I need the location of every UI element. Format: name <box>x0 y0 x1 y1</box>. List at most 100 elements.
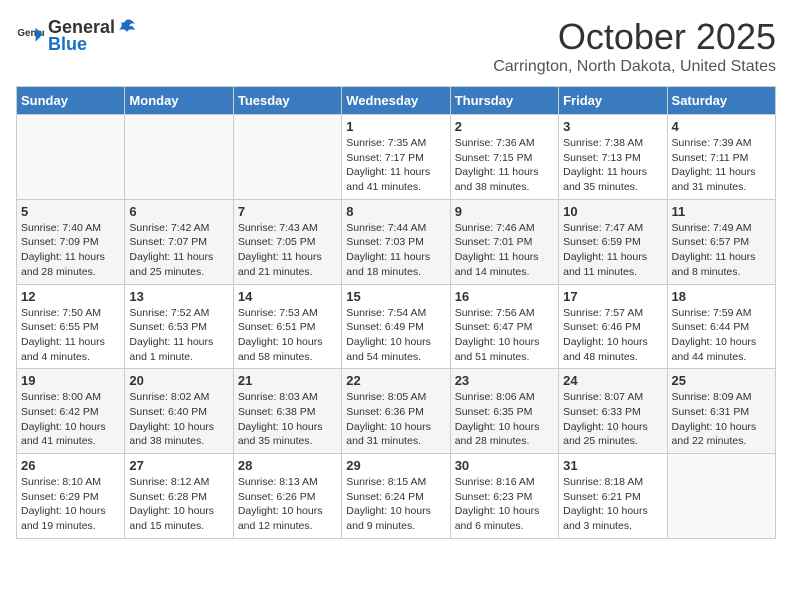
calendar-cell: 2 Sunrise: 7:36 AMSunset: 7:15 PMDaylight… <box>450 115 558 200</box>
day-info: Sunrise: 8:09 AMSunset: 6:31 PMDaylight:… <box>672 390 771 449</box>
calendar-cell: 9 Sunrise: 7:46 AMSunset: 7:01 PMDaylight… <box>450 199 558 284</box>
day-info: Sunrise: 7:49 AMSunset: 6:57 PMDaylight:… <box>672 221 771 280</box>
day-info: Sunrise: 8:13 AMSunset: 6:26 PMDaylight:… <box>238 475 337 534</box>
day-number: 27 <box>129 458 228 473</box>
calendar-cell: 21Sunrise: 8:03 AMSunset: 6:38 PMDayligh… <box>233 369 341 454</box>
calendar-week-row: 5 Sunrise: 7:40 AMSunset: 7:09 PMDaylight… <box>17 199 776 284</box>
calendar-week-row: 26Sunrise: 8:10 AMSunset: 6:29 PMDayligh… <box>17 454 776 539</box>
day-number: 10 <box>563 204 662 219</box>
calendar-cell: 24 Sunrise: 8:07 AMSunset: 6:33 PMDayligh… <box>559 369 667 454</box>
day-info: Sunrise: 7:36 AMSunset: 7:15 PMDaylight:… <box>455 136 554 195</box>
day-number: 1 <box>346 119 445 134</box>
day-info: Sunrise: 7:52 AMSunset: 6:53 PMDaylight:… <box>129 306 228 365</box>
page-header: General General Blue October 2025 Carrin… <box>16 16 776 76</box>
weekday-header: Friday <box>559 87 667 115</box>
calendar-cell: 30Sunrise: 8:16 AMSunset: 6:23 PMDayligh… <box>450 454 558 539</box>
calendar-cell: 27 Sunrise: 8:12 AMSunset: 6:28 PMDayligh… <box>125 454 233 539</box>
calendar-week-row: 19Sunrise: 8:00 AMSunset: 6:42 PMDayligh… <box>17 369 776 454</box>
weekday-header: Wednesday <box>342 87 450 115</box>
day-info: Sunrise: 8:00 AMSunset: 6:42 PMDaylight:… <box>21 390 120 449</box>
day-number: 17 <box>563 289 662 304</box>
calendar-cell: 22 Sunrise: 8:05 AMSunset: 6:36 PMDayligh… <box>342 369 450 454</box>
day-info: Sunrise: 8:10 AMSunset: 6:29 PMDaylight:… <box>21 475 120 534</box>
calendar-cell: 28 Sunrise: 8:13 AMSunset: 6:26 PMDayligh… <box>233 454 341 539</box>
day-number: 22 <box>346 373 445 388</box>
weekday-header: Monday <box>125 87 233 115</box>
calendar-cell: 7 Sunrise: 7:43 AMSunset: 7:05 PMDaylight… <box>233 199 341 284</box>
calendar-week-row: 12 Sunrise: 7:50 AMSunset: 6:55 PMDayligh… <box>17 284 776 369</box>
day-number: 21 <box>238 373 337 388</box>
day-info: Sunrise: 7:38 AMSunset: 7:13 PMDaylight:… <box>563 136 662 195</box>
calendar-cell: 29Sunrise: 8:15 AMSunset: 6:24 PMDayligh… <box>342 454 450 539</box>
calendar-cell: 18 Sunrise: 7:59 AMSunset: 6:44 PMDayligh… <box>667 284 775 369</box>
day-info: Sunrise: 7:56 AMSunset: 6:47 PMDaylight:… <box>455 306 554 365</box>
day-number: 31 <box>563 458 662 473</box>
day-info: Sunrise: 8:06 AMSunset: 6:35 PMDaylight:… <box>455 390 554 449</box>
month-title: October 2025 <box>493 16 776 58</box>
weekday-header: Tuesday <box>233 87 341 115</box>
day-info: Sunrise: 8:18 AMSunset: 6:21 PMDaylight:… <box>563 475 662 534</box>
calendar-cell <box>125 115 233 200</box>
calendar-cell: 12 Sunrise: 7:50 AMSunset: 6:55 PMDayligh… <box>17 284 125 369</box>
day-info: Sunrise: 7:50 AMSunset: 6:55 PMDaylight:… <box>21 306 120 365</box>
day-number: 28 <box>238 458 337 473</box>
day-number: 16 <box>455 289 554 304</box>
logo: General General Blue <box>16 16 137 55</box>
calendar-cell: 13 Sunrise: 7:52 AMSunset: 6:53 PMDayligh… <box>125 284 233 369</box>
calendar-cell: 1Sunrise: 7:35 AMSunset: 7:17 PMDaylight… <box>342 115 450 200</box>
day-number: 9 <box>455 204 554 219</box>
day-info: Sunrise: 7:53 AMSunset: 6:51 PMDaylight:… <box>238 306 337 365</box>
calendar-cell: 3 Sunrise: 7:38 AMSunset: 7:13 PMDaylight… <box>559 115 667 200</box>
day-number: 24 <box>563 373 662 388</box>
calendar-cell: 6Sunrise: 7:42 AMSunset: 7:07 PMDaylight… <box>125 199 233 284</box>
day-number: 13 <box>129 289 228 304</box>
calendar-cell <box>667 454 775 539</box>
day-number: 18 <box>672 289 771 304</box>
day-info: Sunrise: 7:54 AMSunset: 6:49 PMDaylight:… <box>346 306 445 365</box>
day-number: 15 <box>346 289 445 304</box>
day-number: 23 <box>455 373 554 388</box>
day-info: Sunrise: 7:57 AMSunset: 6:46 PMDaylight:… <box>563 306 662 365</box>
day-number: 11 <box>672 204 771 219</box>
day-number: 2 <box>455 119 554 134</box>
day-number: 8 <box>346 204 445 219</box>
calendar-cell: 16 Sunrise: 7:56 AMSunset: 6:47 PMDayligh… <box>450 284 558 369</box>
calendar-cell: 17 Sunrise: 7:57 AMSunset: 6:46 PMDayligh… <box>559 284 667 369</box>
calendar-table: SundayMondayTuesdayWednesdayThursdayFrid… <box>16 86 776 539</box>
day-info: Sunrise: 8:05 AMSunset: 6:36 PMDaylight:… <box>346 390 445 449</box>
day-info: Sunrise: 7:59 AMSunset: 6:44 PMDaylight:… <box>672 306 771 365</box>
day-number: 30 <box>455 458 554 473</box>
calendar-cell: 19Sunrise: 8:00 AMSunset: 6:42 PMDayligh… <box>17 369 125 454</box>
calendar-cell: 25Sunrise: 8:09 AMSunset: 6:31 PMDayligh… <box>667 369 775 454</box>
calendar-cell <box>17 115 125 200</box>
day-info: Sunrise: 7:47 AMSunset: 6:59 PMDaylight:… <box>563 221 662 280</box>
calendar-cell: 23 Sunrise: 8:06 AMSunset: 6:35 PMDayligh… <box>450 369 558 454</box>
calendar-cell: 5 Sunrise: 7:40 AMSunset: 7:09 PMDaylight… <box>17 199 125 284</box>
day-number: 3 <box>563 119 662 134</box>
calendar-cell: 10 Sunrise: 7:47 AMSunset: 6:59 PMDayligh… <box>559 199 667 284</box>
day-info: Sunrise: 7:46 AMSunset: 7:01 PMDaylight:… <box>455 221 554 280</box>
calendar-week-row: 1Sunrise: 7:35 AMSunset: 7:17 PMDaylight… <box>17 115 776 200</box>
day-info: Sunrise: 7:40 AMSunset: 7:09 PMDaylight:… <box>21 221 120 280</box>
location-subtitle: Carrington, North Dakota, United States <box>493 58 776 76</box>
day-number: 29 <box>346 458 445 473</box>
calendar-cell: 26Sunrise: 8:10 AMSunset: 6:29 PMDayligh… <box>17 454 125 539</box>
weekday-header: Sunday <box>17 87 125 115</box>
day-number: 12 <box>21 289 120 304</box>
day-number: 4 <box>672 119 771 134</box>
day-info: Sunrise: 8:12 AMSunset: 6:28 PMDaylight:… <box>129 475 228 534</box>
calendar-cell: 31 Sunrise: 8:18 AMSunset: 6:21 PMDayligh… <box>559 454 667 539</box>
title-section: October 2025 Carrington, North Dakota, U… <box>493 16 776 76</box>
day-info: Sunrise: 8:07 AMSunset: 6:33 PMDaylight:… <box>563 390 662 449</box>
calendar-cell: 8Sunrise: 7:44 AMSunset: 7:03 PMDaylight… <box>342 199 450 284</box>
calendar-cell: 4Sunrise: 7:39 AMSunset: 7:11 PMDaylight… <box>667 115 775 200</box>
day-number: 20 <box>129 373 228 388</box>
day-number: 5 <box>21 204 120 219</box>
day-number: 14 <box>238 289 337 304</box>
calendar-cell: 14 Sunrise: 7:53 AMSunset: 6:51 PMDayligh… <box>233 284 341 369</box>
day-number: 7 <box>238 204 337 219</box>
calendar-cell: 20Sunrise: 8:02 AMSunset: 6:40 PMDayligh… <box>125 369 233 454</box>
weekday-header: Thursday <box>450 87 558 115</box>
weekday-header: Saturday <box>667 87 775 115</box>
day-info: Sunrise: 7:43 AMSunset: 7:05 PMDaylight:… <box>238 221 337 280</box>
